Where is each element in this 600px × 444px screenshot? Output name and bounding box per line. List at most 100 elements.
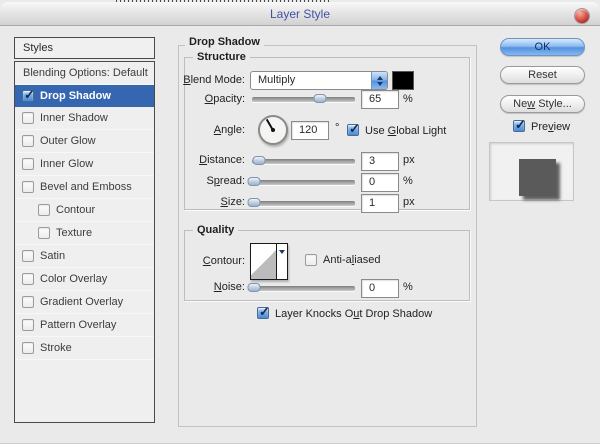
- sidebar-item-texture[interactable]: Texture: [15, 222, 154, 245]
- sidebar-item-label: Color Overlay: [40, 273, 107, 285]
- size-input[interactable]: 1: [361, 194, 399, 213]
- style-enable-checkbox[interactable]: [22, 296, 34, 308]
- opacity-label: Opacity:: [135, 93, 245, 105]
- contour-picker[interactable]: [250, 243, 288, 280]
- sidebar-item-pattern-overlay[interactable]: Pattern Overlay: [15, 314, 154, 337]
- layer-style-dialog: Layer Style Styles Blending Options: Def…: [0, 0, 600, 444]
- sidebar-item-inner-shadow[interactable]: Inner Shadow: [15, 107, 154, 130]
- sidebar-item-blending-options-default[interactable]: Blending Options: Default: [15, 62, 154, 85]
- noise-slider[interactable]: [252, 286, 355, 291]
- sidebar-item-bevel-and-emboss[interactable]: Bevel and Emboss: [15, 176, 154, 199]
- shadow-color-swatch[interactable]: [392, 71, 414, 90]
- sidebar-item-contour[interactable]: Contour: [15, 199, 154, 222]
- preview-thumbnail-well: [489, 142, 574, 201]
- distance-unit: px: [403, 154, 415, 166]
- sidebar-item-label: Gradient Overlay: [40, 296, 123, 308]
- distance-slider-thumb[interactable]: [253, 156, 266, 165]
- use-global-light-checkbox[interactable]: [347, 124, 359, 136]
- anti-aliased-checkbox[interactable]: [305, 254, 317, 266]
- spread-input[interactable]: 0: [361, 173, 399, 192]
- blend-mode-label: Blend Mode:: [135, 74, 245, 86]
- sidebar-item-satin[interactable]: Satin: [15, 245, 154, 268]
- sidebar-item-color-overlay[interactable]: Color Overlay: [15, 268, 154, 291]
- contour-label: Contour:: [135, 255, 245, 267]
- sidebar-item-label: Inner Shadow: [40, 112, 108, 124]
- layer-knocks-out-checkbox[interactable]: [257, 307, 269, 319]
- contour-dropdown-button[interactable]: [276, 244, 287, 279]
- size-slider[interactable]: [252, 201, 355, 206]
- style-enable-checkbox[interactable]: [22, 90, 34, 102]
- sidebar-item-label: Stroke: [40, 342, 72, 354]
- reset-button[interactable]: Reset: [500, 66, 585, 84]
- style-enable-checkbox[interactable]: [22, 112, 34, 124]
- angle-input[interactable]: 120: [291, 121, 329, 140]
- layer-knocks-out-label: Layer Knocks Out Drop Shadow: [275, 308, 432, 320]
- anti-aliased-label: Anti-aliased: [323, 254, 381, 266]
- angle-unit: °: [335, 122, 339, 134]
- sidebar-item-label: Inner Glow: [40, 158, 93, 170]
- noise-input[interactable]: 0: [361, 279, 399, 298]
- sidebar-item-label: Outer Glow: [40, 135, 96, 147]
- style-enable-checkbox[interactable]: [22, 342, 34, 354]
- spread-slider-thumb[interactable]: [248, 177, 261, 186]
- opacity-input[interactable]: 65: [361, 90, 399, 109]
- spread-unit: %: [403, 175, 413, 187]
- sidebar-item-inner-glow[interactable]: Inner Glow: [15, 153, 154, 176]
- styles-header: Styles: [14, 37, 155, 59]
- opacity-slider[interactable]: [252, 97, 355, 102]
- distance-label: Distance:: [135, 154, 245, 166]
- blend-mode-value: Multiply: [258, 74, 295, 86]
- sidebar-item-gradient-overlay[interactable]: Gradient Overlay: [15, 291, 154, 314]
- style-enable-checkbox[interactable]: [22, 158, 34, 170]
- sidebar-item-outer-glow[interactable]: Outer Glow: [15, 130, 154, 153]
- distance-input[interactable]: 3: [361, 152, 399, 171]
- preview-checkbox[interactable]: [513, 120, 525, 132]
- pane-title: Drop Shadow: [185, 36, 264, 48]
- stepper-icon[interactable]: [371, 72, 387, 89]
- dialog-title: Layer Style: [0, 7, 600, 21]
- opacity-unit: %: [403, 93, 413, 105]
- preview-shadow-square: [519, 159, 556, 196]
- size-unit: px: [403, 196, 415, 208]
- ok-button[interactable]: OK: [500, 38, 585, 56]
- sidebar-item-drop-shadow[interactable]: Drop Shadow: [15, 85, 154, 107]
- style-enable-checkbox[interactable]: [22, 135, 34, 147]
- new-style-button[interactable]: New Style...: [500, 95, 585, 113]
- chevron-down-icon: [279, 250, 285, 254]
- sidebar-item-label: Satin: [40, 250, 65, 262]
- size-label: Size:: [135, 196, 245, 208]
- preview-label: Preview: [531, 121, 570, 133]
- title-bar[interactable]: Layer Style: [0, 2, 600, 26]
- quality-legend: Quality: [193, 224, 238, 236]
- close-icon[interactable]: [574, 8, 590, 24]
- angle-dial-center: [271, 128, 275, 132]
- style-enable-checkbox[interactable]: [22, 273, 34, 285]
- style-enable-checkbox[interactable]: [22, 319, 34, 331]
- angle-label: Angle:: [135, 124, 245, 136]
- noise-unit: %: [403, 281, 413, 293]
- distance-slider[interactable]: [252, 159, 355, 164]
- sidebar-item-label: Pattern Overlay: [40, 319, 116, 331]
- style-enable-checkbox[interactable]: [38, 204, 50, 216]
- use-global-light-label: Use Global Light: [365, 125, 446, 137]
- size-slider-thumb[interactable]: [248, 198, 261, 207]
- angle-dial[interactable]: [258, 115, 288, 145]
- sidebar-item-label: Texture: [56, 227, 92, 239]
- styles-list: Blending Options: Default Drop Shadow Inne…: [14, 61, 155, 423]
- noise-slider-thumb[interactable]: [248, 283, 261, 292]
- opacity-slider-thumb[interactable]: [313, 94, 326, 103]
- spread-slider[interactable]: [252, 180, 355, 185]
- noise-label: Noise:: [135, 281, 245, 293]
- style-enable-checkbox[interactable]: [38, 227, 50, 239]
- style-enable-checkbox[interactable]: [22, 181, 34, 193]
- sidebar-item-stroke[interactable]: Stroke: [15, 337, 154, 360]
- sidebar-item-label: Contour: [56, 204, 95, 216]
- spread-label: Spread:: [135, 175, 245, 187]
- contour-thumbnail: [251, 244, 278, 279]
- structure-legend: Structure: [193, 51, 250, 63]
- blend-mode-select[interactable]: Multiply: [250, 71, 388, 90]
- style-enable-checkbox[interactable]: [22, 250, 34, 262]
- sidebar-item-label: Bevel and Emboss: [40, 181, 132, 193]
- sidebar-item-label: Blending Options: Default: [23, 67, 148, 79]
- sidebar-item-label: Drop Shadow: [40, 90, 111, 102]
